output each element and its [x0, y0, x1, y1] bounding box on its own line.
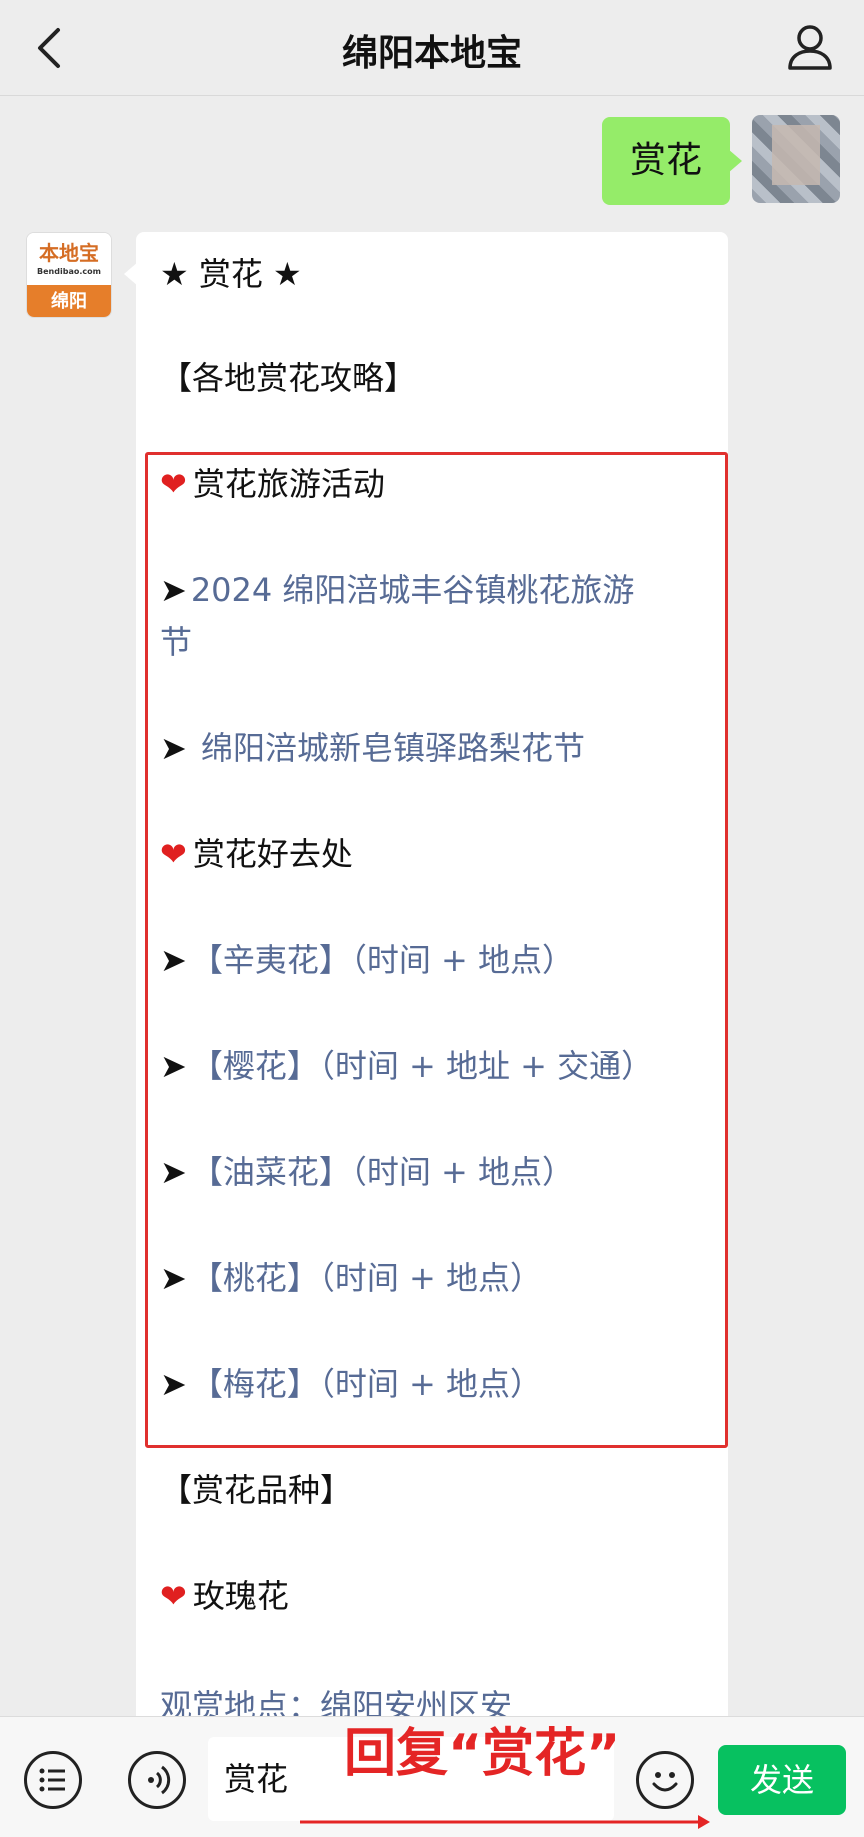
- variety-heading-label: 玫瑰花: [192, 1577, 289, 1615]
- bot-avatar-logo: 本地宝 Bendibao.com: [27, 233, 111, 285]
- voice-icon: [148, 1765, 171, 1795]
- profile-button[interactable]: [784, 20, 836, 76]
- list-icon: [39, 1768, 65, 1792]
- user-avatar[interactable]: [752, 115, 840, 203]
- bot-message-title: ★ 赏花 ★: [160, 255, 302, 293]
- variety-heading: ❤ 玫瑰花: [160, 1574, 289, 1618]
- top-navigation-bar: 绵阳本地宝: [0, 0, 864, 96]
- annotation-arrow-icon: [300, 1815, 710, 1829]
- bot-avatar[interactable]: 本地宝 Bendibao.com 绵阳: [26, 232, 112, 318]
- person-icon: [788, 25, 832, 70]
- section-heading-varieties: 【赏花品种】: [160, 1471, 353, 1509]
- highlight-box: [145, 452, 728, 1448]
- bot-avatar-domain: Bendibao.com: [37, 267, 101, 276]
- chat-title: 绵阳本地宝: [341, 33, 522, 74]
- menu-button[interactable]: [24, 1751, 82, 1809]
- voice-button[interactable]: [128, 1751, 186, 1809]
- annotation-text: 回复“赏花”: [344, 1724, 621, 1784]
- bot-avatar-city: 绵阳: [27, 285, 111, 317]
- smiley-icon: [652, 1772, 678, 1792]
- send-button[interactable]: 发送: [718, 1745, 846, 1815]
- bot-avatar-brand: 本地宝: [39, 241, 99, 265]
- heart-icon: ❤: [160, 1577, 187, 1615]
- user-message-row: 赏花: [340, 115, 840, 207]
- user-message-bubble[interactable]: 赏花: [601, 117, 743, 205]
- section-heading-guides: 【各地赏花攻略】: [160, 359, 417, 397]
